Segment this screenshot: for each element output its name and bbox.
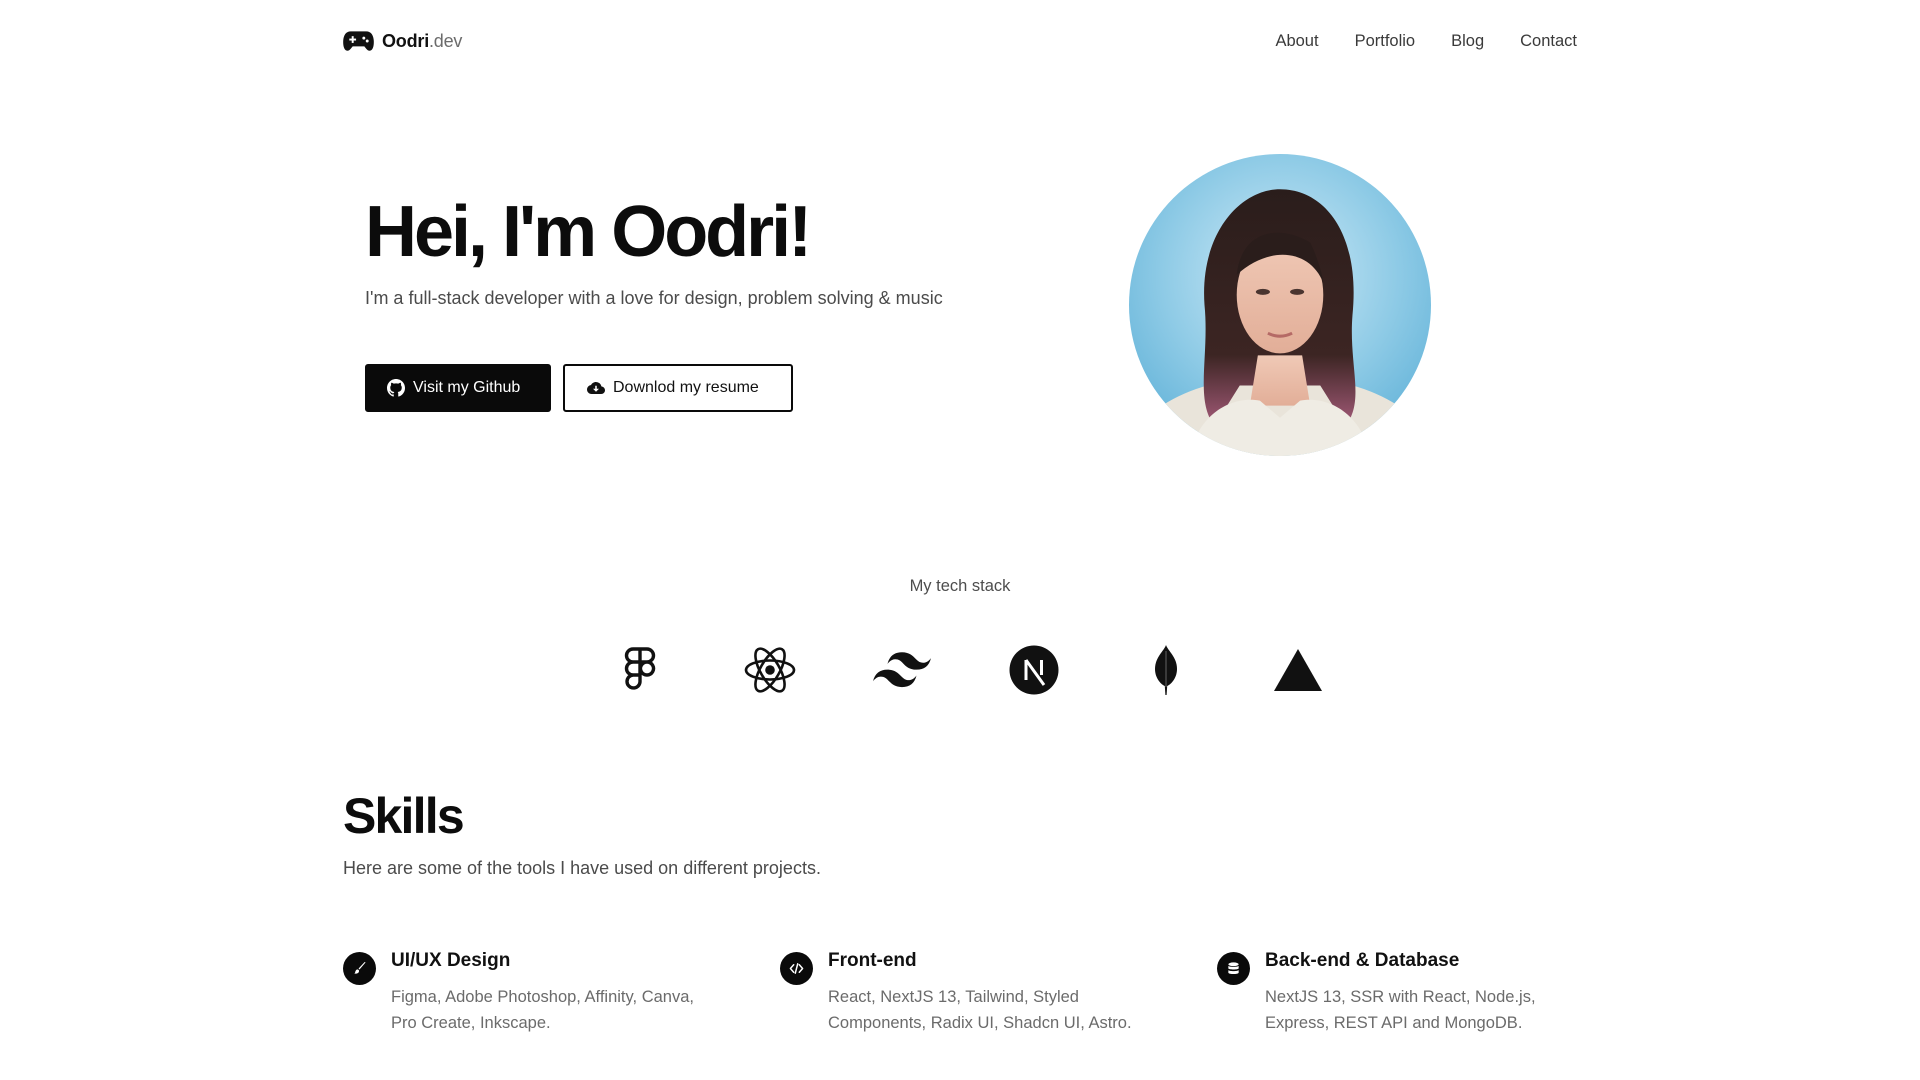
github-button-label: Visit my Github <box>413 379 521 396</box>
resume-button-label: Downlod my resume <box>613 379 759 396</box>
cloud-download-icon <box>587 382 605 394</box>
tech-stack-title: My tech stack <box>909 577 1011 595</box>
skills-subtitle: Here are some of the tools I have used o… <box>343 858 821 878</box>
mongodb-icon <box>1136 640 1196 700</box>
tailwind-icon <box>872 640 932 700</box>
skills-section: Skills Here are some of the tools I have… <box>343 786 1577 1032</box>
skill-description: NextJS 13, SSR with React, Node.js, Expr… <box>1265 988 1536 1032</box>
skill-card-backend: Back-end & Database NextJS 13, SSR with … <box>1217 948 1577 1036</box>
skill-card-uiux: UI/UX Design Figma, Adobe Photoshop, Aff… <box>343 948 703 1036</box>
nav-link-about[interactable]: About <box>1275 32 1318 51</box>
skill-card-frontend: Front-end React, NextJS 13, Tailwind, St… <box>780 948 1140 1036</box>
hero-title: Hei, I'm Oodri! <box>365 192 812 272</box>
skills-title: Skills <box>343 788 465 844</box>
brand-logo-link[interactable]: Oodri.dev <box>343 26 462 56</box>
skill-description: Figma, Adobe Photoshop, Affinity, Canva,… <box>391 988 694 1032</box>
react-icon <box>740 640 800 700</box>
vercel-icon <box>1268 640 1328 700</box>
skill-title: UI/UX Design <box>391 950 511 971</box>
hero-section: Hei, I'm Oodri! I'm a full-stack develop… <box>365 190 985 412</box>
brand-name: Oodri.dev <box>382 30 463 51</box>
download-resume-button[interactable]: Downlod my resume <box>563 364 793 412</box>
brush-icon <box>343 952 376 985</box>
github-icon <box>387 379 405 397</box>
top-nav: Oodri.dev About Portfolio Blog Contact <box>343 26 1577 56</box>
hero-buttons: Visit my Github Downlod my resume <box>365 364 793 412</box>
gamepad-icon <box>343 31 374 51</box>
nav-link-blog[interactable]: Blog <box>1451 32 1484 51</box>
github-button[interactable]: Visit my Github <box>365 364 551 412</box>
skill-description: React, NextJS 13, Tailwind, Styled Compo… <box>828 988 1132 1032</box>
code-icon <box>780 952 813 985</box>
figma-icon <box>610 640 670 700</box>
database-icon <box>1217 952 1250 985</box>
skill-title: Front-end <box>828 950 917 971</box>
nav-links: About Portfolio Blog Contact <box>1275 26 1577 56</box>
skill-title: Back-end & Database <box>1265 950 1460 971</box>
nav-link-portfolio[interactable]: Portfolio <box>1355 32 1416 51</box>
hero-subtitle: I'm a full-stack developer with a love f… <box>365 288 943 308</box>
nav-link-contact[interactable]: Contact <box>1520 32 1577 51</box>
tech-stack-icons <box>610 640 1330 700</box>
nextjs-icon <box>1004 640 1064 700</box>
profile-photo <box>1129 154 1431 456</box>
